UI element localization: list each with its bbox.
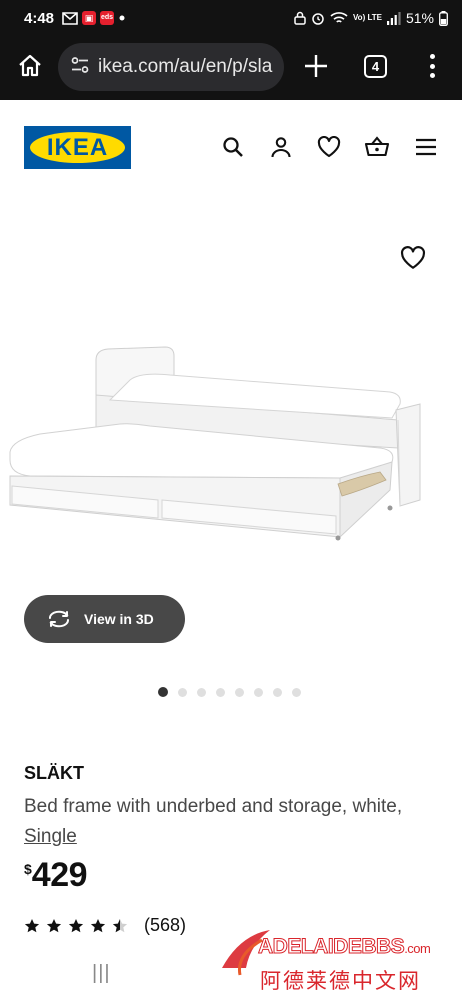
system-icons: Vo) LTE 51%: [294, 10, 448, 26]
home-icon: [19, 54, 41, 77]
app-icon: ▣: [82, 11, 97, 25]
image-carousel-dots: [158, 687, 301, 697]
star-rating-icon: [24, 918, 128, 932]
signal-icon: [386, 11, 401, 25]
recent-apps-button[interactable]: |||: [92, 962, 111, 985]
tab-switcher-button[interactable]: 4: [364, 55, 387, 78]
rotate-3d-icon: [49, 610, 69, 628]
view-in-3d-label: View in 3D: [84, 611, 154, 627]
carousel-dot[interactable]: [216, 687, 225, 697]
status-time: 4:48: [24, 9, 55, 27]
gmail-icon: [62, 11, 78, 25]
product-size-link[interactable]: Single: [24, 822, 444, 852]
plus-icon: [305, 55, 327, 77]
carousel-dot[interactable]: [158, 687, 168, 697]
carousel-dot[interactable]: [235, 687, 244, 697]
heart-icon: [401, 246, 425, 269]
browser-toolbar: ikea.com/au/en/p/sla 4: [0, 36, 462, 100]
watermark-chinese: 阿德莱德中文网: [260, 969, 421, 993]
logo-text: IKEA: [46, 134, 109, 161]
battery-percent: 51%: [405, 10, 434, 26]
address-bar[interactable]: ikea.com/au/en/p/sla: [58, 43, 284, 91]
price-amount: 429: [31, 856, 88, 894]
new-tab-button[interactable]: [302, 52, 330, 80]
favourites-button[interactable]: [316, 134, 342, 160]
network-type: Vo) LTE: [352, 13, 382, 22]
menu-icon: [416, 138, 436, 156]
view-in-3d-button[interactable]: View in 3D: [24, 595, 185, 643]
watermark-brand: ADELAIDEBBS.com: [257, 935, 431, 959]
add-to-favourites-button[interactable]: [400, 246, 428, 274]
product-description-text: Bed frame with underbed and storage, whi…: [24, 796, 403, 817]
account-button[interactable]: [268, 134, 294, 160]
carousel-dot[interactable]: [273, 687, 282, 697]
search-button[interactable]: [220, 134, 246, 160]
site-settings-icon[interactable]: [70, 56, 90, 79]
menu-button[interactable]: [413, 134, 439, 160]
alarm-icon: [311, 11, 325, 25]
url-text: ikea.com/au/en/p/sla: [98, 56, 273, 77]
lock-icon: [294, 11, 306, 25]
browser-menu-button[interactable]: [424, 52, 440, 80]
basket-icon: [364, 136, 390, 157]
price-currency: $: [24, 861, 32, 877]
more-vert-icon: [429, 54, 435, 59]
notification-icons: ▣ eds: [62, 11, 126, 25]
product-name: SLÄKT: [24, 763, 84, 783]
basket-button[interactable]: [364, 134, 390, 160]
app-icon-2: eds: [100, 11, 115, 25]
product-price: $ 429: [24, 855, 88, 895]
status-bar: 4:48 ▣ eds Vo) LTE 51%: [0, 0, 462, 36]
search-icon: [223, 137, 243, 157]
product-rating[interactable]: (568): [24, 915, 186, 936]
carousel-dot[interactable]: [178, 687, 187, 697]
home-button[interactable]: [14, 50, 46, 82]
carousel-dot[interactable]: [292, 687, 301, 697]
carousel-dot[interactable]: [197, 687, 206, 697]
dot-icon: [118, 14, 126, 22]
carousel-dot[interactable]: [254, 687, 263, 697]
ikea-logo[interactable]: IKEA: [24, 126, 131, 169]
tab-count: 4: [371, 59, 380, 74]
review-count: (568): [144, 915, 187, 935]
product-description: Bed frame with underbed and storage, whi…: [24, 792, 444, 852]
wifi-icon: [330, 11, 348, 25]
account-icon: [271, 137, 291, 158]
battery-icon: [439, 10, 448, 26]
heart-icon: [317, 136, 341, 158]
